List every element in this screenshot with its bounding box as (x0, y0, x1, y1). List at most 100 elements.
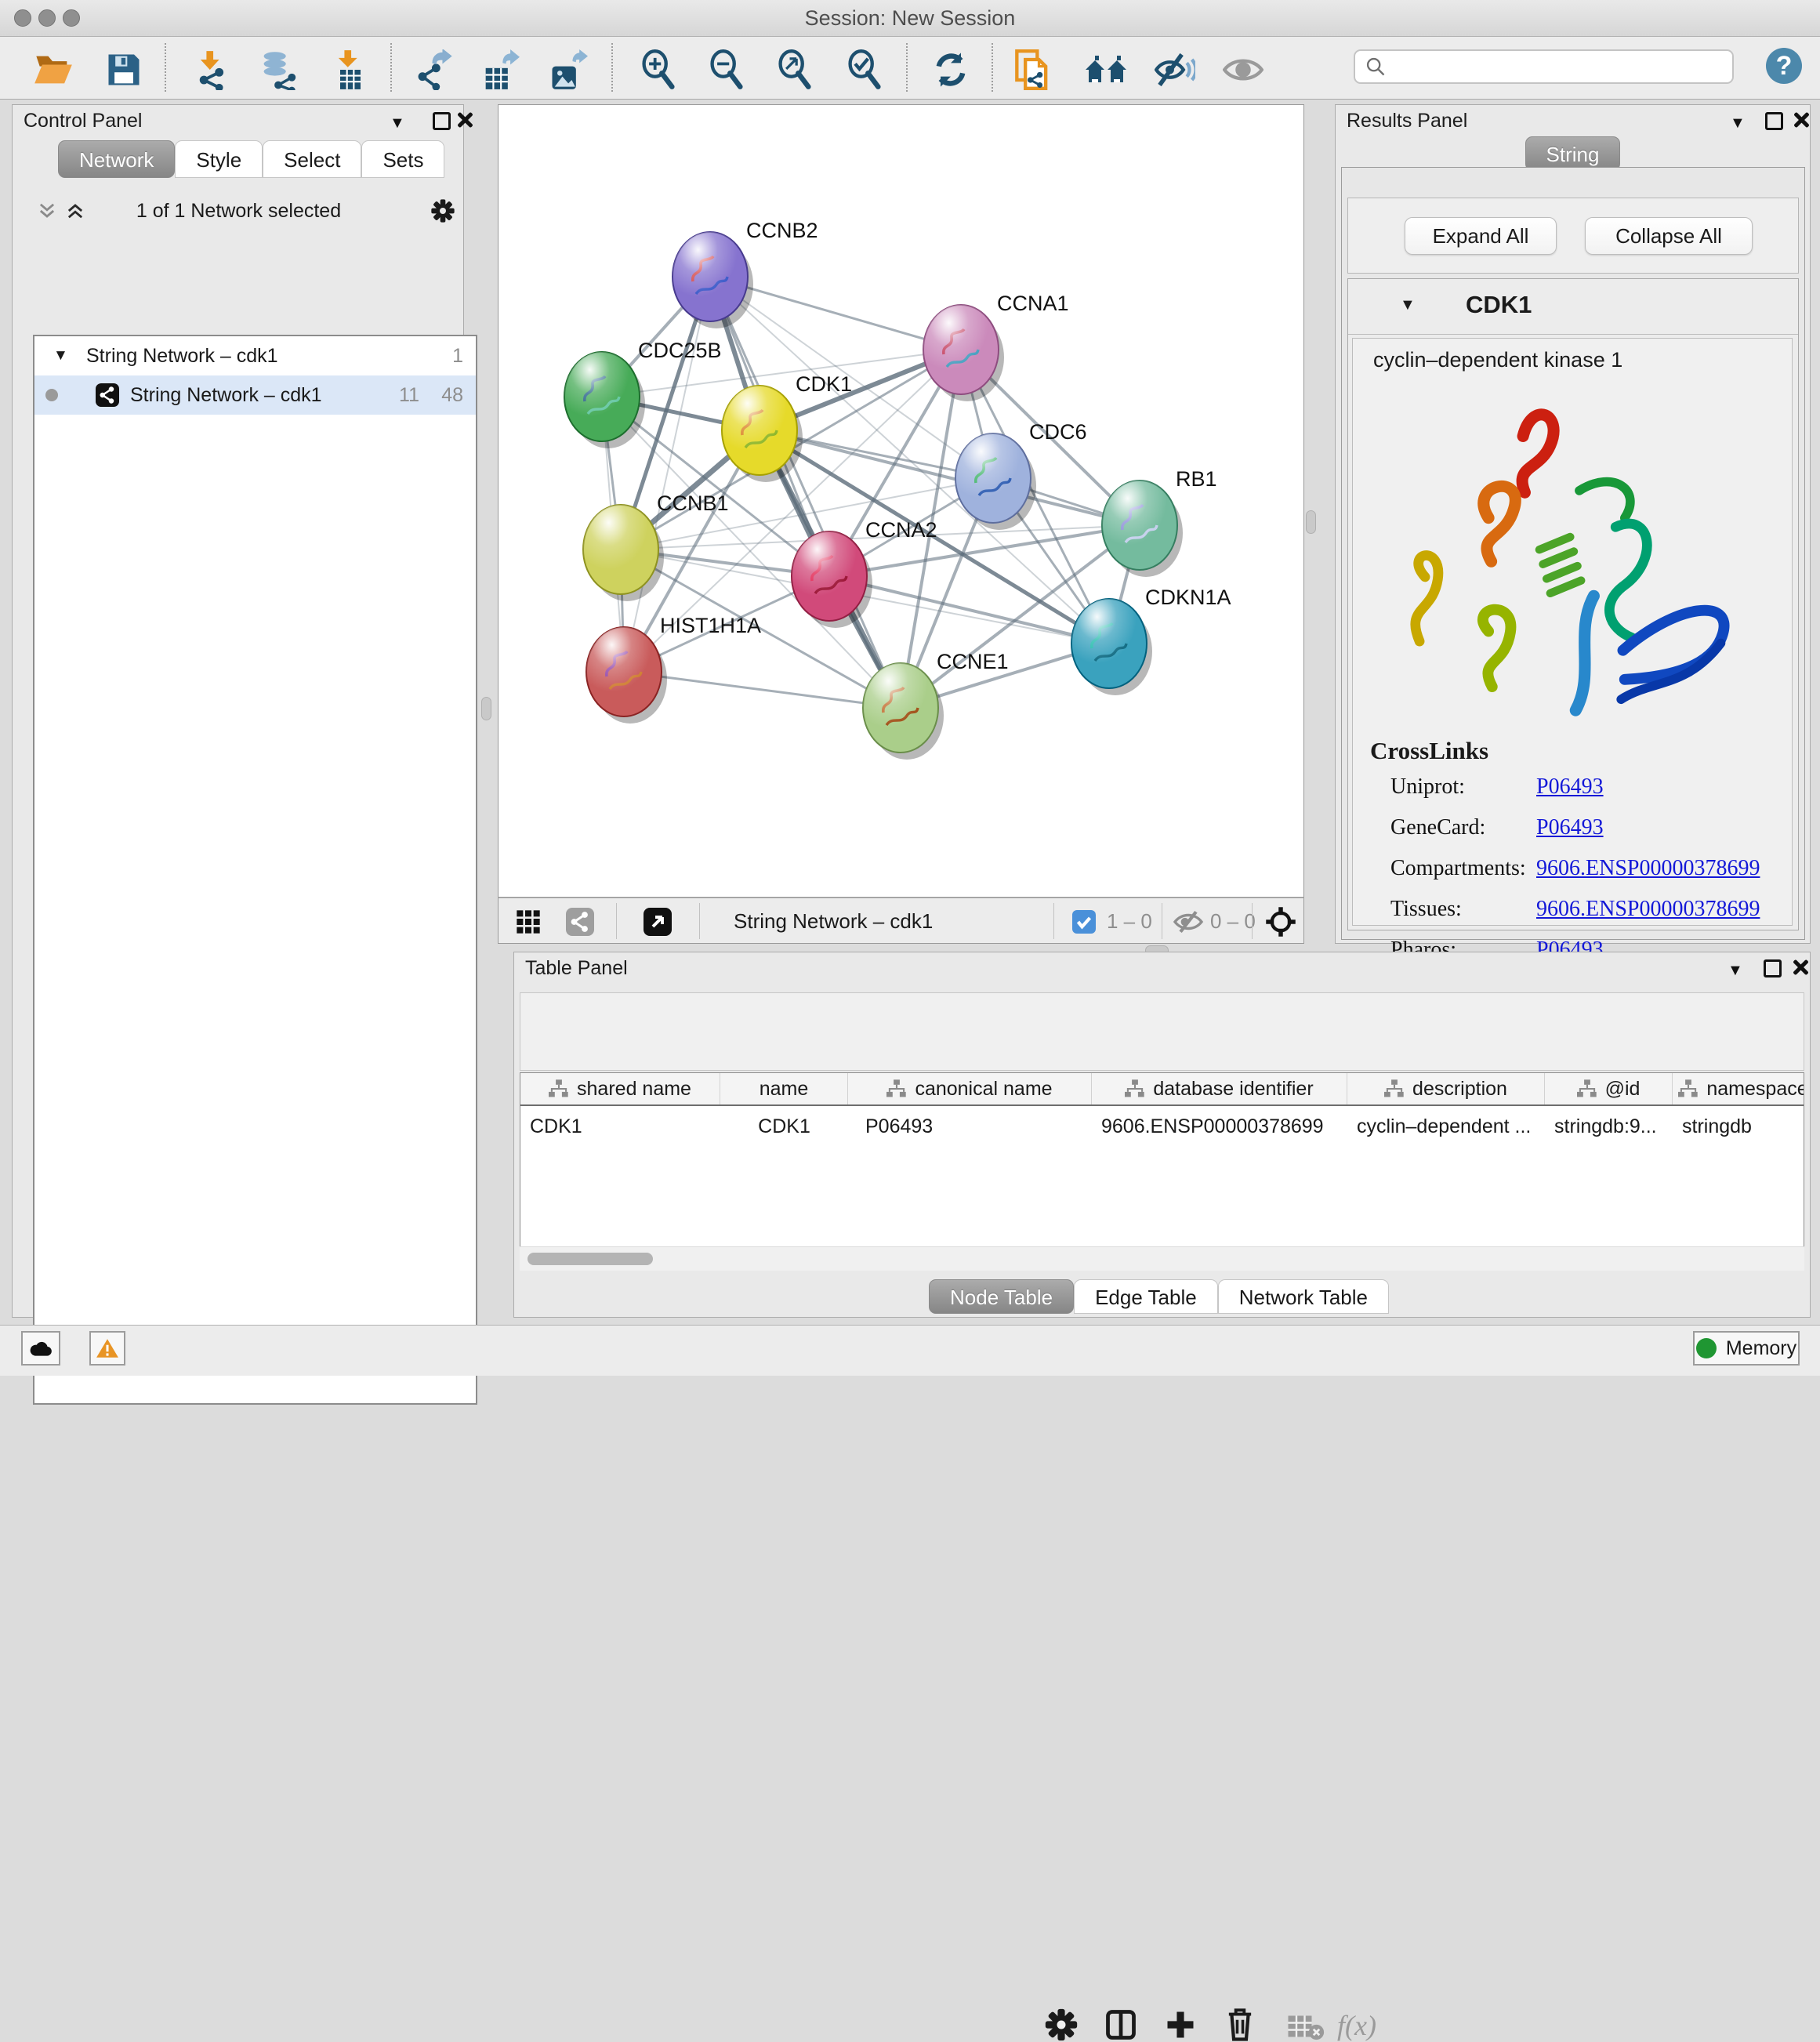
network-collection-row[interactable]: ▼ String Network – cdk1 1 (34, 336, 476, 375)
vertical-divider-handle[interactable] (481, 697, 491, 720)
expand-all-button[interactable]: Expand All (1405, 217, 1557, 255)
table-horizontal-scrollbar[interactable] (520, 1246, 1804, 1271)
export-table-icon[interactable] (477, 48, 521, 92)
memory-button[interactable]: Memory (1693, 1331, 1800, 1366)
network-node[interactable]: CDKN1A (1071, 586, 1231, 695)
toolbar-separator (992, 43, 993, 92)
gear-icon[interactable] (430, 198, 455, 223)
tab-style[interactable]: Style (175, 140, 263, 178)
column-header-database-identifier[interactable]: database identifier (1092, 1073, 1347, 1104)
panel-menu-icon[interactable]: ▼ (1728, 962, 1743, 980)
caret-down-icon[interactable]: ▼ (1400, 296, 1416, 314)
open-session-icon[interactable] (31, 48, 75, 92)
cell-namespace[interactable]: stringdb (1673, 1115, 1804, 1138)
string-home-icon[interactable] (1084, 48, 1128, 92)
cdk1-card-header[interactable]: ▼ CDK1 (1348, 279, 1798, 335)
footer-separator (616, 903, 617, 939)
vertical-divider-handle[interactable] (1306, 510, 1316, 534)
column-header-canonical-name[interactable]: canonical name (848, 1073, 1092, 1104)
caret-down-icon[interactable]: ▼ (53, 336, 68, 375)
cell-name[interactable]: CDK1 (720, 1115, 848, 1138)
export-image-icon[interactable] (546, 48, 589, 92)
tab-node-table[interactable]: Node Table (929, 1279, 1074, 1314)
cloud-status-button[interactable] (21, 1331, 60, 1366)
show-columns-icon[interactable] (1104, 2008, 1138, 2042)
add-column-icon[interactable] (1163, 2008, 1198, 2042)
panel-close-icon[interactable] (1792, 959, 1809, 976)
hide-unhide-icon[interactable] (1153, 48, 1197, 92)
network-node[interactable]: CDC6 (955, 420, 1087, 530)
tab-network[interactable]: Network (58, 140, 175, 178)
selected-checkbox-icon[interactable] (1072, 910, 1096, 934)
bird-eye-view-icon[interactable] (1265, 906, 1296, 938)
delete-column-icon[interactable] (1223, 2006, 1257, 2042)
scrollbar-thumb[interactable] (528, 1253, 653, 1265)
panel-close-icon[interactable] (1793, 111, 1810, 129)
help-icon[interactable]: ? (1766, 48, 1802, 84)
network-edge[interactable] (710, 277, 901, 708)
network-type-icon[interactable] (566, 908, 594, 936)
panel-menu-icon[interactable]: ▼ (1730, 114, 1746, 132)
zoom-out-icon[interactable] (705, 48, 749, 92)
network-node[interactable]: CDC25B (564, 339, 722, 448)
network-edge[interactable] (624, 277, 710, 672)
grid-view-icon[interactable] (516, 909, 541, 934)
column-header-shared-name[interactable]: shared name (520, 1073, 720, 1104)
cell-description[interactable]: cyclin–dependent ... (1347, 1115, 1545, 1138)
column-header-id[interactable]: @id (1545, 1073, 1673, 1104)
cdk1-card: ▼ CDK1 cyclin–dependent kinase 1 C (1347, 278, 1799, 930)
network-node[interactable]: CCNE1 (863, 650, 1009, 760)
import-network-database-icon[interactable] (256, 48, 300, 92)
panel-float-icon[interactable] (433, 112, 451, 130)
network-node[interactable]: RB1 (1102, 467, 1217, 577)
panel-close-icon[interactable] (456, 111, 473, 129)
network-row-selected[interactable]: String Network – cdk1 11 48 (34, 375, 476, 415)
cell-canonical-name[interactable]: P06493 (848, 1115, 1092, 1138)
cell-shared-name[interactable]: CDK1 (520, 1115, 720, 1138)
toolbar-separator (611, 43, 613, 92)
network-node[interactable]: CCNB1 (583, 491, 729, 601)
tab-sets[interactable]: Sets (361, 140, 444, 178)
network-graph[interactable]: CCNB2CCNA1CDC25BCDK1CDC6RB1CCNB1CCNA2CDK… (499, 105, 1303, 897)
search-input[interactable] (1387, 55, 1703, 78)
crosslink-link[interactable]: 9606.ENSP00000378699 (1536, 856, 1760, 881)
tab-select[interactable]: Select (263, 140, 361, 178)
network-node[interactable]: HIST1H1A (586, 614, 761, 724)
copy-document-icon[interactable] (1012, 48, 1056, 92)
zoom-selected-icon[interactable] (843, 48, 886, 92)
collapse-all-button[interactable]: Collapse All (1585, 217, 1753, 255)
hidden-eye-icon[interactable] (1173, 909, 1204, 935)
import-table-file-icon[interactable] (328, 48, 372, 92)
tab-network-table[interactable]: Network Table (1218, 1279, 1389, 1314)
tab-string[interactable]: String (1525, 136, 1621, 171)
search-field[interactable] (1354, 49, 1734, 84)
network-edge[interactable] (760, 430, 1140, 525)
network-node[interactable]: CCNB2 (673, 219, 818, 328)
crosslink-link[interactable]: P06493 (1536, 774, 1604, 800)
refresh-icon[interactable] (929, 48, 973, 92)
export-network-icon[interactable] (411, 48, 455, 92)
zoom-fit-icon[interactable] (773, 48, 817, 92)
tab-edge-table[interactable]: Edge Table (1074, 1279, 1218, 1314)
crosslink-link[interactable]: 9606.ENSP00000378699 (1536, 897, 1760, 922)
warning-status-button[interactable] (89, 1331, 125, 1366)
cell-database-identifier[interactable]: 9606.ENSP00000378699 (1092, 1115, 1347, 1138)
gear-icon[interactable] (1044, 2008, 1079, 2042)
panel-menu-icon[interactable]: ▼ (390, 114, 405, 132)
crosslink-link[interactable]: P06493 (1536, 815, 1604, 840)
column-header-description[interactable]: description (1347, 1073, 1545, 1104)
column-header-name[interactable]: name (720, 1073, 848, 1104)
table-row[interactable]: CDK1 CDK1 P06493 9606.ENSP00000378699 cy… (520, 1106, 1804, 1147)
panel-float-icon[interactable] (1764, 959, 1782, 977)
save-session-icon[interactable] (102, 48, 146, 92)
panel-float-icon[interactable] (1765, 112, 1783, 130)
column-header-namespace[interactable]: namespace (1673, 1073, 1804, 1104)
import-network-file-icon[interactable] (190, 48, 234, 92)
crosslinks-list: Uniprot: P06493 GeneCard: P06493 Compart… (1390, 774, 1782, 978)
zoom-in-icon[interactable] (636, 48, 680, 92)
eye-icon[interactable] (1221, 48, 1265, 92)
open-in-window-icon[interactable] (644, 908, 672, 936)
cell-id[interactable]: stringdb:9... (1545, 1115, 1673, 1138)
network-canvas[interactable]: CCNB2CCNA1CDC25BCDK1CDC6RB1CCNB1CCNA2CDK… (498, 104, 1304, 898)
network-node[interactable]: CDK1 (722, 372, 852, 482)
